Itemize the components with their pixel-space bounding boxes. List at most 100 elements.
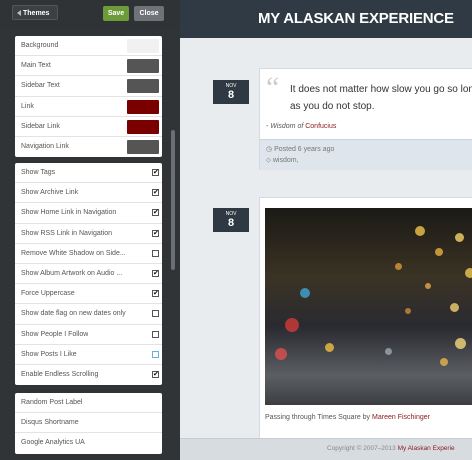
date-day: 8 (227, 89, 235, 101)
date-day: 8 (227, 217, 235, 229)
close-button[interactable]: Close (134, 6, 164, 21)
text-setting-disqus-shortname[interactable]: Disqus Shortname (15, 413, 162, 434)
bokeh-light (275, 348, 287, 360)
setting-label: Random Post Label (21, 399, 83, 406)
color-swatch[interactable] (127, 59, 159, 74)
color-setting-link: Link (15, 97, 162, 117)
color-swatch[interactable] (127, 39, 159, 53)
color-setting-sidebar-text: Sidebar Text (15, 76, 162, 97)
setting-label: Show Tags (21, 169, 56, 176)
bokeh-light (435, 248, 443, 256)
post-photo[interactable] (265, 208, 472, 405)
checkbox[interactable] (152, 350, 159, 358)
color-setting-main-text: Main Text (15, 56, 162, 77)
post-meta: ◷ Posted 6 years ago ⬦ wisdom, (260, 139, 472, 170)
checkbox[interactable] (152, 330, 159, 338)
setting-label: Show Album Artwork on Audio ... (21, 269, 123, 277)
site-footer: Copyright © 2007–2013 My Alaskan Experie (180, 438, 472, 460)
checkbox[interactable] (152, 269, 159, 277)
checkbox[interactable] (152, 249, 159, 257)
source-link[interactable]: Confucius (305, 123, 336, 130)
bokeh-light (285, 318, 299, 332)
text-settings-group: Random Post Label Disqus Shortname Google … (15, 393, 162, 454)
color-swatch[interactable] (127, 99, 159, 114)
photographer-link[interactable]: Mareen Fischinger (372, 414, 430, 421)
bokeh-light (395, 263, 402, 270)
color-setting-sidebar-link: Sidebar Link (15, 117, 162, 137)
posted-time[interactable]: ◷ Posted 6 years ago (266, 145, 334, 153)
setting-label: Disqus Shortname (21, 419, 79, 427)
color-swatch[interactable] (127, 79, 159, 94)
setting-label: Main Text (21, 62, 51, 70)
setting-label: Sidebar Text (21, 82, 60, 90)
option-settings-group: Show Tags Show Archive Link Show Home Link… (15, 163, 162, 386)
post-tags[interactable]: ⬦ wisdom, (266, 157, 299, 165)
color-setting-background: Background (15, 36, 162, 57)
setting-label: Show Posts I Like (21, 350, 77, 358)
tag-icon: ⬦ (266, 157, 271, 164)
checkbox[interactable] (152, 310, 159, 318)
option-show-people-i-follow: Show People I Follow (15, 325, 162, 345)
site-title[interactable]: MY ALASKAN EXPERIENCE (258, 10, 454, 27)
setting-label: Link (21, 102, 34, 110)
bokeh-light (455, 338, 466, 349)
setting-label: Show Archive Link (21, 189, 79, 197)
checkbox[interactable] (152, 229, 159, 237)
option-force-uppercase: Force Uppercase (15, 284, 162, 305)
photo-caption: Passing through Times Square by Mareen F… (265, 414, 430, 421)
option-show-date-flag-on-new-dates-only: Show date flag on new dates only (15, 304, 162, 325)
setting-label: Remove White Shadow on Side... (21, 249, 126, 257)
checkbox[interactable] (152, 370, 159, 378)
checkbox[interactable] (152, 290, 159, 298)
date-flag: NOV 8 (207, 80, 249, 104)
option-remove-white-shadow-on-side: Remove White Shadow on Side... (15, 244, 162, 264)
setting-label: Background (21, 42, 59, 49)
customize-panel: Themes Save Close Background Main Text Sid… (0, 0, 180, 460)
option-show-tags: Show Tags (15, 163, 162, 184)
option-show-posts-i-like: Show Posts I Like (15, 345, 162, 365)
setting-label: Show RSS Link in Navigation (21, 229, 113, 237)
themes-button[interactable]: Themes (12, 5, 58, 20)
setting-label: Force Uppercase (21, 290, 75, 298)
theme-preview: MY ALASKAN EXPERIENCE NOV 8 “ It does no… (180, 0, 472, 460)
text-setting-google-analytics-ua[interactable]: Google Analytics UA (15, 433, 162, 453)
quote-post: “ It does not matter how slow you go so … (259, 68, 472, 170)
quote-text: It does not matter how slow you go so lo… (290, 84, 472, 112)
color-settings-group: Background Main Text Sidebar Text Link Sideb… (15, 36, 162, 158)
option-enable-endless-scrolling: Enable Endless Scrolling (15, 365, 162, 385)
bokeh-light (385, 348, 392, 355)
setting-label: Sidebar Link (21, 122, 60, 130)
option-show-album-artwork-on-audio: Show Album Artwork on Audio ... (15, 264, 162, 285)
option-show-home-link-in-navigation: Show Home Link in Navigation (15, 203, 162, 224)
setting-label: Enable Endless Scrolling (21, 370, 99, 378)
bokeh-light (325, 343, 334, 352)
color-setting-navigation-link: Navigation Link (15, 137, 162, 157)
text-setting-random-post-label[interactable]: Random Post Label (15, 393, 162, 414)
color-swatch[interactable] (127, 119, 159, 134)
bokeh-light (405, 308, 411, 314)
panel-toolbar: Themes Save Close (0, 0, 180, 28)
checkbox[interactable] (152, 169, 159, 176)
color-swatch[interactable] (127, 139, 159, 154)
bokeh-light (440, 358, 448, 366)
bokeh-light (425, 283, 431, 289)
option-show-rss-link-in-navigation: Show RSS Link in Navigation (15, 224, 162, 244)
option-show-archive-link: Show Archive Link (15, 183, 162, 204)
bokeh-light (455, 233, 464, 242)
checkbox[interactable] (152, 189, 159, 197)
setting-label: Google Analytics UA (21, 439, 85, 447)
date-flag: NOV 8 (207, 208, 249, 232)
site-header: MY ALASKAN EXPERIENCE (180, 0, 472, 38)
setting-label: Show People I Follow (21, 330, 89, 338)
photo-post: Passing through Times Square by Mareen F… (259, 197, 472, 444)
panel-scrollbar[interactable] (171, 130, 175, 270)
bokeh-light (300, 288, 310, 298)
quote-mark-icon: “ (266, 71, 280, 104)
bokeh-light (450, 303, 459, 312)
footer-site-link[interactable]: My Alaskan Experie (398, 445, 455, 452)
copyright-text: Copyright © 2007–2013 My Alaskan Experie (327, 445, 455, 452)
checkbox[interactable] (152, 209, 159, 217)
save-button[interactable]: Save (103, 6, 129, 21)
setting-label: Navigation Link (21, 142, 69, 150)
setting-label: Show Home Link in Navigation (21, 209, 117, 217)
